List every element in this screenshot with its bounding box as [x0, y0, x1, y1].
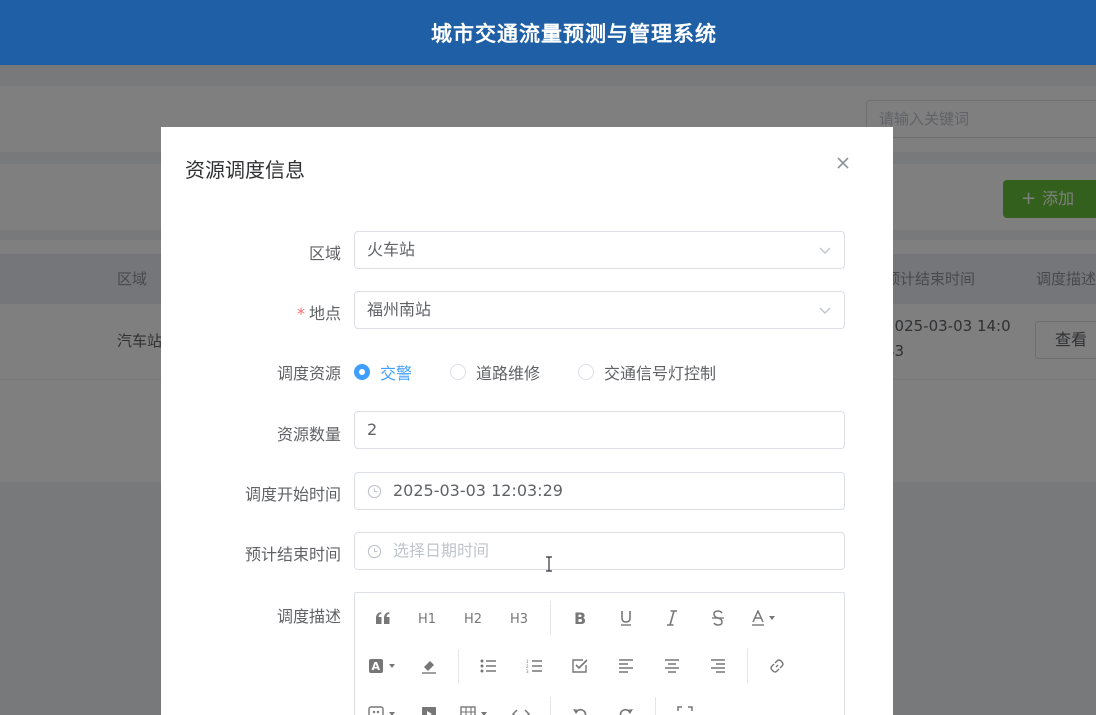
- clock-icon: [367, 544, 382, 559]
- chevron-down-icon: [819, 307, 831, 314]
- radio-label: 道路维修: [476, 364, 541, 383]
- todo-list-icon[interactable]: [557, 650, 603, 682]
- text-cursor-icon: [546, 556, 552, 572]
- svg-text:H3: H3: [510, 612, 528, 625]
- dialog-title: 资源调度信息: [185, 158, 305, 182]
- svg-text:3: 3: [526, 669, 529, 673]
- toolbar-divider: [458, 649, 459, 683]
- editor-toolbar-row3: [360, 690, 708, 715]
- location-label: * 地点: [171, 300, 341, 324]
- toolbar-divider: [550, 601, 551, 635]
- undo-icon[interactable]: [557, 698, 603, 715]
- resource-radio-group: 交警 道路维修 交通信号灯控制: [354, 360, 754, 384]
- numbered-list-icon[interactable]: 123: [511, 650, 557, 682]
- region-select[interactable]: 火车站: [354, 231, 845, 269]
- location-select[interactable]: 福州南站: [354, 291, 845, 329]
- close-icon[interactable]: [833, 153, 853, 173]
- app-title: 城市交通流量预测与管理系统: [431, 21, 717, 46]
- radio-signal-control[interactable]: 交通信号灯控制: [578, 360, 716, 384]
- svg-text:A: A: [372, 660, 381, 673]
- link-icon[interactable]: [754, 650, 800, 682]
- editor-toolbar-row2: A 123: [360, 642, 800, 690]
- rich-text-editor[interactable]: H1 H2 H3 B A 123: [354, 592, 845, 715]
- quantity-input[interactable]: 2: [354, 411, 845, 449]
- resource-label: 调度资源: [276, 364, 341, 383]
- radio-dot: [578, 364, 595, 380]
- redo-icon[interactable]: [603, 698, 649, 715]
- radio-traffic-police[interactable]: 交警: [354, 360, 412, 384]
- clock-icon: [367, 484, 382, 499]
- description-label: 调度描述: [276, 607, 341, 626]
- radio-dot: [354, 364, 370, 380]
- font-color-icon[interactable]: [741, 602, 787, 634]
- image-icon[interactable]: [406, 698, 452, 715]
- background-color-icon[interactable]: A: [360, 650, 406, 682]
- end-time-picker[interactable]: 选择日期时间: [354, 532, 845, 570]
- fullscreen-icon[interactable]: [662, 698, 708, 715]
- required-mark: *: [296, 304, 305, 323]
- clear-format-icon[interactable]: [406, 650, 452, 682]
- radio-dot: [450, 364, 467, 380]
- location-label-text: 地点: [308, 304, 341, 323]
- radio-label: 交通信号灯控制: [604, 364, 717, 383]
- strikethrough-icon[interactable]: [695, 602, 741, 634]
- italic-icon[interactable]: [649, 602, 695, 634]
- underline-icon[interactable]: [603, 602, 649, 634]
- end-time-label: 预计结束时间: [244, 545, 341, 564]
- start-time-label: 调度开始时间: [244, 485, 341, 504]
- region-label: 区域: [308, 244, 341, 263]
- svg-text:H2: H2: [464, 612, 482, 625]
- region-select-value: 火车站: [367, 240, 416, 259]
- editor-toolbar-row1: H1 H2 H3 B: [360, 594, 787, 642]
- chevron-down-icon: [819, 247, 831, 254]
- align-left-icon[interactable]: [603, 650, 649, 682]
- h3-button[interactable]: H3: [498, 602, 544, 634]
- svg-text:B: B: [574, 610, 586, 626]
- toolbar-divider: [655, 697, 656, 715]
- h1-button[interactable]: H1: [406, 602, 452, 634]
- align-center-icon[interactable]: [649, 650, 695, 682]
- emoji-icon[interactable]: [360, 698, 406, 715]
- h2-button[interactable]: H2: [452, 602, 498, 634]
- code-icon[interactable]: [498, 698, 544, 715]
- start-time-picker[interactable]: 2025-03-03 12:03:29: [354, 472, 845, 510]
- end-time-placeholder: 选择日期时间: [393, 541, 490, 560]
- app-header: 城市交通流量预测与管理系统: [0, 0, 1096, 65]
- quantity-label: 资源数量: [276, 425, 341, 444]
- radio-label: 交警: [380, 364, 413, 383]
- bold-icon[interactable]: B: [557, 602, 603, 634]
- start-time-value: 2025-03-03 12:03:29: [393, 481, 563, 500]
- resource-dispatch-dialog: 资源调度信息 区域 火车站 * 地点 福州南站 调度资源 交警 道路维修 交通信号…: [161, 127, 893, 715]
- location-select-value: 福州南站: [367, 300, 432, 319]
- svg-text:H1: H1: [418, 612, 436, 625]
- toolbar-divider: [550, 697, 551, 715]
- radio-road-maintenance[interactable]: 道路维修: [450, 360, 540, 384]
- bulleted-list-icon[interactable]: [465, 650, 511, 682]
- toolbar-divider: [747, 649, 748, 683]
- align-right-icon[interactable]: [695, 650, 741, 682]
- quote-icon[interactable]: [360, 602, 406, 634]
- table-icon[interactable]: [452, 698, 498, 715]
